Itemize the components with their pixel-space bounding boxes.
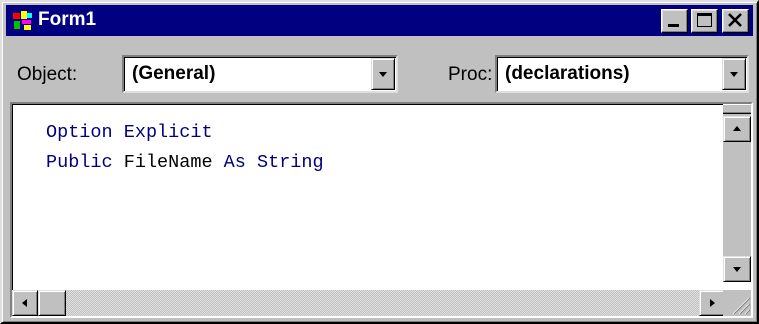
horizontal-scrollbar[interactable] xyxy=(12,290,725,316)
vertical-scroll-track[interactable] xyxy=(723,142,751,256)
maximize-icon xyxy=(697,13,712,27)
proc-label: Proc: xyxy=(448,64,493,85)
code-keyword: As xyxy=(223,152,246,173)
maximize-button[interactable] xyxy=(691,9,718,33)
vertical-scrollbar[interactable] xyxy=(723,104,751,282)
close-button[interactable] xyxy=(722,9,749,33)
vb-form-icon xyxy=(13,11,32,30)
object-label: Object: xyxy=(17,64,78,85)
close-icon xyxy=(728,13,742,27)
code-editor[interactable]: Option Explicit Public FileName As Strin… xyxy=(10,102,753,318)
proc-combo-dropdown-button[interactable] xyxy=(722,58,746,90)
object-combo[interactable]: (General) xyxy=(122,55,398,93)
resize-grip-icon xyxy=(732,297,751,315)
code-type: String xyxy=(257,152,324,173)
title-bar[interactable]: Form1 xyxy=(6,5,753,36)
proc-combo-value: (declarations) xyxy=(505,63,630,84)
arrow-down-icon xyxy=(733,267,741,272)
code-toolbar: Object: (General) Proc: (declarations) xyxy=(6,38,753,102)
split-bar[interactable] xyxy=(723,104,751,114)
code-identifier: FileName xyxy=(123,152,213,173)
code-keyword: Option xyxy=(46,122,113,143)
code-text[interactable]: Option Explicit Public FileName As Strin… xyxy=(46,118,324,178)
arrow-up-icon xyxy=(733,126,741,131)
chevron-down-icon xyxy=(379,72,387,77)
scroll-up-button[interactable] xyxy=(723,116,751,142)
scroll-right-button[interactable] xyxy=(699,290,725,316)
arrow-left-icon xyxy=(22,299,27,307)
minimize-icon xyxy=(668,24,679,27)
minimize-button[interactable] xyxy=(661,9,688,33)
size-grip[interactable] xyxy=(723,290,751,316)
code-window: Form1 Object: (General) Proc: (declarati… xyxy=(0,0,759,324)
scroll-left-button[interactable] xyxy=(12,290,38,316)
scroll-down-button[interactable] xyxy=(723,256,751,282)
code-keyword: Public xyxy=(46,152,113,173)
code-line: Option Explicit xyxy=(46,122,213,143)
code-line: Public FileName As String xyxy=(46,152,324,173)
window-title: Form1 xyxy=(38,9,97,30)
code-keyword: Explicit xyxy=(123,122,213,143)
object-combo-dropdown-button[interactable] xyxy=(371,58,395,90)
chevron-down-icon xyxy=(730,72,738,77)
horizontal-scroll-thumb[interactable] xyxy=(38,290,66,316)
object-combo-value: (General) xyxy=(132,63,216,84)
arrow-right-icon xyxy=(710,299,715,307)
proc-combo[interactable]: (declarations) xyxy=(495,55,749,93)
